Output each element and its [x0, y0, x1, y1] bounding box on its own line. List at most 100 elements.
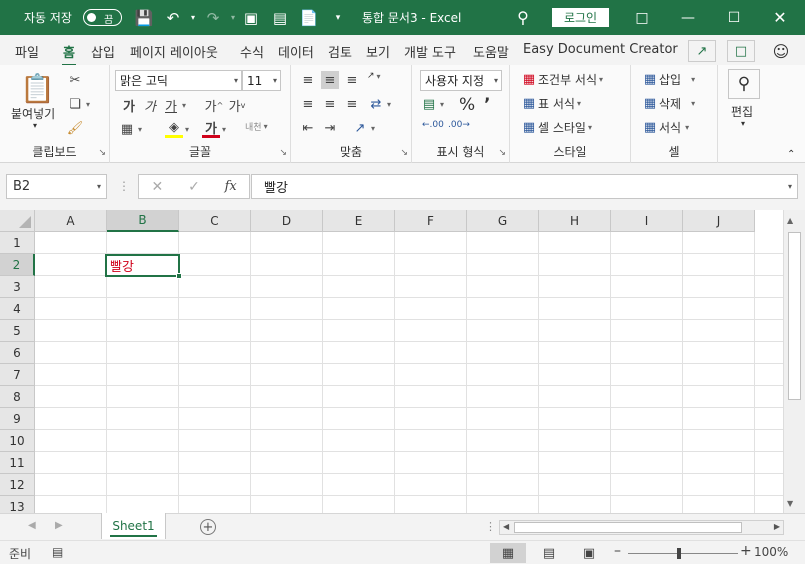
maximize-icon[interactable]: ☐ [711, 0, 757, 35]
column-header-g[interactable]: G [467, 210, 539, 232]
collapse-ribbon-icon[interactable]: ⌃ [787, 149, 795, 160]
row-header-12[interactable]: 12 [0, 474, 35, 496]
scroll-left-icon[interactable]: ◀ [503, 522, 509, 531]
tab-developer[interactable]: 개발 도구 [404, 42, 456, 61]
decrease-font-button[interactable]: 가v [228, 96, 246, 115]
customize-qat-icon[interactable]: ▾ [328, 0, 348, 35]
row-header-13[interactable]: 13 [0, 496, 35, 513]
row-header-4[interactable]: 4 [0, 298, 35, 320]
paste-dropdown-icon[interactable]: ▾ [33, 121, 37, 130]
close-icon[interactable]: ✕ [757, 0, 803, 35]
form-icon[interactable]: ▤ [270, 0, 290, 35]
cut-icon[interactable]: ✂ [66, 71, 84, 89]
increase-decimal-icon[interactable]: ←.00 [422, 120, 444, 130]
fill-color-icon[interactable]: ◈ ▾ [165, 120, 189, 138]
copy-icon[interactable]: ❏ ▾ [66, 95, 90, 113]
underline-button[interactable]: 가 ▾ [162, 96, 186, 115]
horizontal-scrollbar[interactable]: ◀ ▶ [499, 520, 784, 535]
page-break-view-icon[interactable]: ▣ [571, 543, 607, 563]
save-icon[interactable]: 💾 [134, 0, 154, 35]
page-layout-view-icon[interactable]: ▤ [531, 543, 567, 563]
comments-icon[interactable]: □ [727, 40, 755, 62]
tab-split-handle-icon[interactable]: ⋮ [485, 520, 496, 533]
merge-center-icon[interactable]: ↗ ▾ [351, 119, 375, 137]
redo-dropdown-icon[interactable]: ▾ [223, 0, 243, 35]
select-all-corner[interactable] [0, 210, 35, 232]
document-icon[interactable]: 📄 [299, 0, 319, 35]
insert-cells-button[interactable]: ▦ 삽입 ▾ [641, 70, 695, 88]
editing-dropdown-icon[interactable]: ▾ [741, 119, 745, 128]
phonetic-icon[interactable]: 내천 ▾ [245, 120, 268, 133]
column-header-c[interactable]: C [179, 210, 251, 232]
column-header-h[interactable]: H [539, 210, 611, 232]
scroll-right-icon[interactable]: ▶ [774, 522, 780, 531]
align-middle-icon[interactable]: ≡ [321, 71, 339, 89]
zoom-level[interactable]: 100% [754, 545, 788, 559]
column-header-a[interactable]: A [35, 210, 107, 232]
tab-review[interactable]: 검토 [328, 42, 352, 61]
column-header-f[interactable]: F [395, 210, 467, 232]
font-name-combo[interactable]: 맑은 고딕 ▾ [115, 70, 242, 91]
format-cells-button[interactable]: ▦ 서식 ▾ [641, 118, 689, 136]
italic-button[interactable]: 가 [141, 96, 159, 115]
cell-styles-button[interactable]: ▦ 셀 스타일 ▾ [520, 118, 592, 136]
bold-button[interactable]: 가 [120, 96, 138, 115]
align-center-icon[interactable]: ≡ [321, 95, 339, 113]
column-header-b[interactable]: B [107, 210, 179, 232]
login-button[interactable]: 로그인 [552, 8, 609, 27]
align-right-icon[interactable]: ≡ [343, 95, 361, 113]
zoom-out-icon[interactable]: – [614, 543, 621, 559]
find-icon[interactable]: ⚲ [728, 69, 760, 99]
font-launcher-icon[interactable]: ↘ [279, 148, 287, 158]
paste-button[interactable]: 붙여넣기 [11, 105, 55, 122]
tab-formulas[interactable]: 수식 [240, 42, 264, 61]
minimize-icon[interactable]: — [665, 0, 711, 35]
orientation-icon[interactable]: ↗ ▾ [367, 71, 381, 81]
tab-view[interactable]: 보기 [366, 42, 390, 61]
alignment-launcher-icon[interactable]: ↘ [400, 148, 408, 158]
row-header-2[interactable]: 2 [0, 254, 35, 276]
row-header-9[interactable]: 9 [0, 408, 35, 430]
tab-home[interactable]: 홈 [62, 42, 76, 67]
tab-data[interactable]: 데이터 [278, 42, 314, 61]
zoom-slider-knob[interactable] [677, 548, 681, 559]
share-icon[interactable]: ↗ [688, 40, 716, 62]
search-icon[interactable]: ⚲ [513, 0, 533, 35]
autosave-toggle[interactable]: 끔 [83, 9, 122, 26]
tab-help[interactable]: 도움말 [473, 42, 509, 61]
font-color-icon[interactable]: 가 ▾ [202, 120, 226, 138]
format-as-table-button[interactable]: ▦ 표 서식 ▾ [520, 94, 581, 112]
horizontal-scroll-thumb[interactable] [514, 522, 742, 533]
column-header-d[interactable]: D [251, 210, 323, 232]
scroll-down-icon[interactable]: ▼ [787, 499, 793, 508]
vertical-scroll-thumb[interactable] [788, 232, 801, 400]
paste-icon[interactable]: 📋 [20, 72, 55, 105]
macro-record-icon[interactable]: ▤ [52, 545, 63, 559]
fill-handle[interactable] [176, 273, 182, 279]
percent-style-icon[interactable]: % [459, 95, 475, 115]
row-header-3[interactable]: 3 [0, 276, 35, 298]
format-painter-icon[interactable]: 🖌 [66, 119, 84, 137]
formula-input[interactable]: 빨강 ▾ [251, 174, 798, 199]
border-icon[interactable]: ▦ ▾ [118, 120, 142, 138]
redo-icon[interactable]: ↷ [203, 0, 223, 35]
sheet-tab-sheet1[interactable]: Sheet1 [101, 513, 166, 539]
tab-easy-document-creator[interactable]: Easy Document Creator [523, 42, 678, 57]
ribbon-display-icon[interactable]: □ [619, 0, 665, 35]
clipboard-launcher-icon[interactable]: ↘ [98, 148, 106, 158]
row-header-7[interactable]: 7 [0, 364, 35, 386]
active-cell-b2[interactable]: 빨강 [105, 254, 182, 279]
undo-icon[interactable]: ↶ [163, 0, 183, 35]
row-header-10[interactable]: 10 [0, 430, 35, 452]
zoom-slider[interactable] [628, 548, 738, 559]
decrease-indent-icon[interactable]: ⇤ [299, 119, 317, 137]
font-size-combo[interactable]: 11 ▾ [242, 70, 281, 91]
tab-insert[interactable]: 삽입 [91, 42, 115, 61]
sheet-next-icon[interactable]: ▶ [55, 520, 63, 531]
row-header-6[interactable]: 6 [0, 342, 35, 364]
increase-font-button[interactable]: 가 ^ [205, 96, 224, 115]
feedback-smiley-icon[interactable]: ☺ [767, 40, 795, 62]
normal-view-icon[interactable]: ▦ [490, 543, 526, 563]
cancel-icon[interactable]: ✕ [139, 179, 176, 195]
row-header-1[interactable]: 1 [0, 232, 35, 254]
